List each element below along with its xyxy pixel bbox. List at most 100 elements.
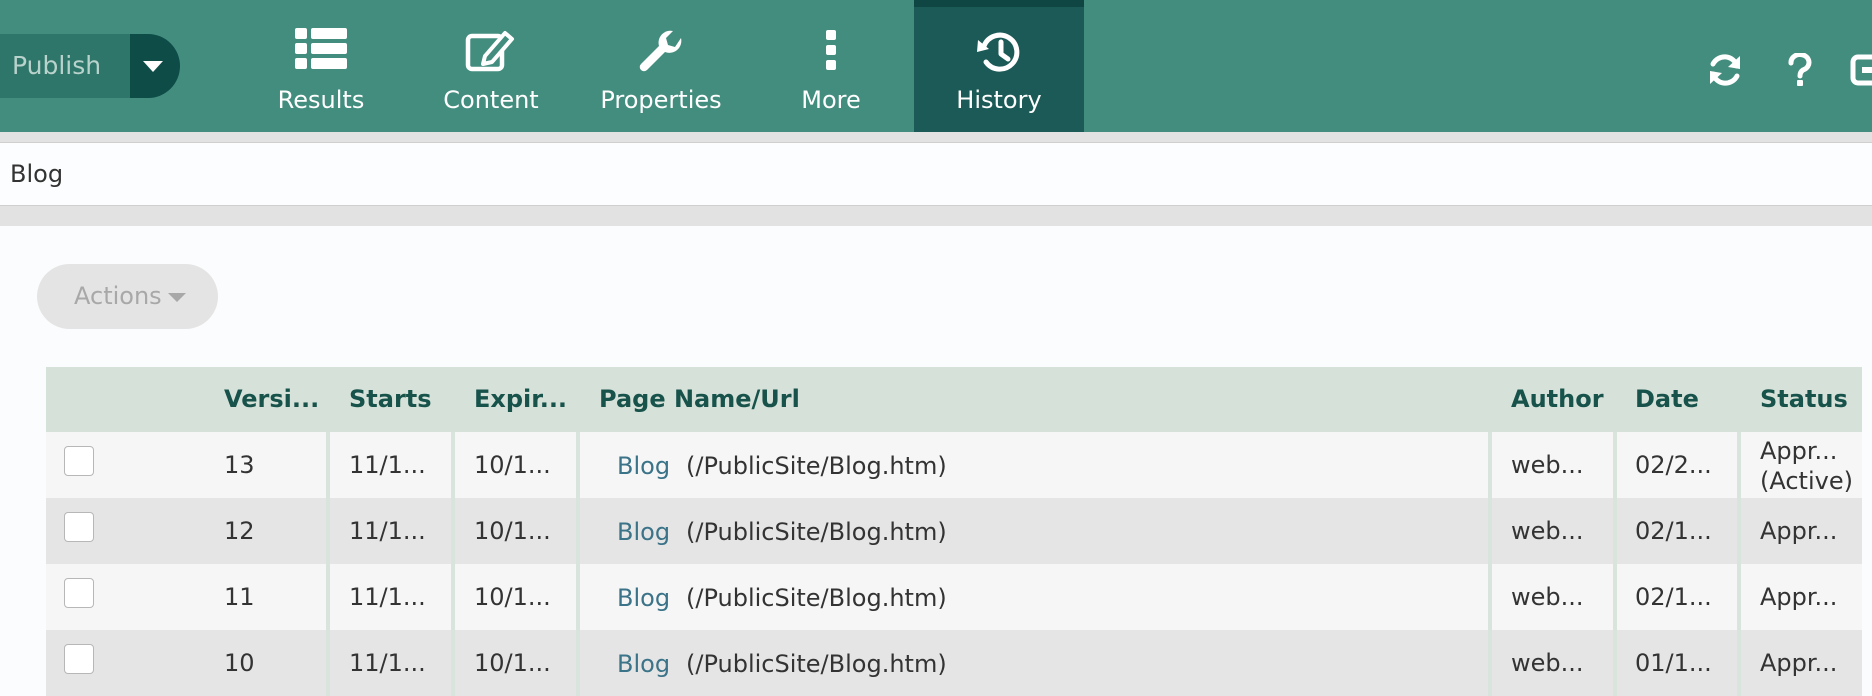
cell-url: (/PublicSite/Blog.htm) — [686, 584, 947, 612]
column-divider — [1488, 498, 1492, 564]
history-icon — [914, 28, 1084, 76]
page-name-link-text[interactable]: Blog — [617, 584, 670, 612]
column-divider — [451, 564, 455, 630]
cell-starts: 11/1... — [349, 451, 426, 479]
page-name-link[interactable]: Blog — [617, 649, 670, 679]
history-button[interactable]: History — [914, 0, 1084, 132]
cell-expires: 10/1... — [474, 649, 551, 677]
cell-author: web... — [1511, 517, 1584, 545]
page-name-link-text[interactable]: Blog — [617, 518, 670, 546]
title-panel: Blog — [0, 142, 1872, 206]
row-checkbox[interactable] — [64, 644, 94, 674]
cell-date: 02/2... — [1635, 451, 1712, 479]
page-name-link-text[interactable]: Blog — [617, 452, 670, 480]
column-header-page-name-url[interactable]: Page Name/Url — [599, 367, 800, 432]
cell-expires: 10/1... — [474, 451, 551, 479]
page-name-link-text[interactable]: Blog — [617, 650, 670, 678]
cell-url: (/PublicSite/Blog.htm) — [686, 518, 947, 546]
table-row[interactable]: 13 11/1... 10/1... Blog (/PublicSite/Blo… — [46, 432, 1862, 498]
row-checkbox[interactable] — [64, 578, 94, 608]
publish-button[interactable]: Publish — [0, 34, 130, 98]
table-row[interactable]: 12 11/1... 10/1... Blog (/PublicSite/Blo… — [46, 498, 1862, 564]
status-note: (Active) — [1760, 467, 1853, 495]
results-label: Results — [277, 86, 365, 114]
cell-url: (/PublicSite/Blog.htm) — [686, 650, 947, 678]
cell-expires: 10/1... — [474, 517, 551, 545]
column-divider — [1488, 630, 1492, 696]
wrench-icon — [576, 28, 746, 76]
column-divider — [576, 630, 580, 696]
more-button[interactable]: More — [746, 0, 916, 132]
column-divider — [451, 498, 455, 564]
column-divider — [451, 630, 455, 696]
more-label: More — [801, 86, 861, 114]
cell-starts: 11/1... — [349, 649, 426, 677]
cell-status: Appr... — [1760, 583, 1838, 611]
content-label: Content — [443, 86, 539, 114]
column-header-author[interactable]: Author — [1511, 367, 1604, 432]
table-row[interactable]: 11 11/1... 10/1... Blog (/PublicSite/Blo… — [46, 564, 1862, 630]
column-header-starts[interactable]: Starts — [349, 367, 432, 432]
properties-label: Properties — [600, 86, 722, 114]
column-divider — [451, 432, 455, 498]
help-icon[interactable] — [1778, 48, 1822, 92]
cell-version: 10 — [224, 649, 255, 677]
cell-status: Appr... — [1760, 649, 1838, 677]
cell-version: 11 — [224, 583, 255, 611]
column-divider — [1737, 498, 1741, 564]
cell-status: Appr... — [1760, 517, 1838, 545]
actions-dropdown-button[interactable]: Actions — [37, 264, 218, 329]
publish-split-button: Publish — [0, 34, 180, 98]
column-divider — [1737, 564, 1741, 630]
column-divider — [1737, 432, 1741, 498]
column-divider — [326, 498, 330, 564]
column-divider — [1488, 564, 1492, 630]
properties-button[interactable]: Properties — [576, 0, 746, 132]
refresh-icon[interactable] — [1703, 48, 1747, 92]
column-divider — [576, 498, 580, 564]
cell-url: (/PublicSite/Blog.htm) — [686, 452, 947, 480]
toolbar: Publish Results Content Properties More … — [0, 0, 1872, 132]
column-header-version[interactable]: Versi... — [224, 367, 319, 432]
column-header-status[interactable]: Status — [1760, 367, 1848, 432]
cell-expires: 10/1... — [474, 583, 551, 611]
column-header-expires[interactable]: Expir... — [474, 367, 567, 432]
page-title: Blog — [10, 160, 64, 188]
content-button[interactable]: Content — [406, 0, 576, 132]
column-header-date[interactable]: Date — [1635, 367, 1699, 432]
cell-author: web... — [1511, 451, 1584, 479]
row-checkbox[interactable] — [64, 446, 94, 476]
actions-label: Actions — [74, 282, 162, 310]
column-divider — [576, 432, 580, 498]
edit-icon — [406, 28, 576, 76]
column-divider — [1737, 630, 1741, 696]
cell-starts: 11/1... — [349, 517, 426, 545]
page-name-link[interactable]: Blog — [617, 451, 670, 481]
column-divider — [1613, 630, 1617, 696]
title-bar: Blog — [0, 132, 1872, 226]
history-label: History — [956, 86, 1042, 114]
more-vertical-icon — [746, 28, 916, 76]
column-divider — [576, 564, 580, 630]
row-checkbox[interactable] — [64, 512, 94, 542]
column-divider — [326, 564, 330, 630]
column-divider — [326, 630, 330, 696]
column-divider — [326, 432, 330, 498]
list-icon — [236, 28, 406, 76]
cell-version: 12 — [224, 517, 255, 545]
exit-icon[interactable] — [1850, 48, 1872, 92]
cell-author: web... — [1511, 649, 1584, 677]
publish-dropdown-toggle[interactable] — [130, 34, 180, 98]
cell-author: web... — [1511, 583, 1584, 611]
column-divider — [1613, 432, 1617, 498]
results-button[interactable]: Results — [236, 0, 406, 132]
table-row[interactable]: 10 11/1... 10/1... Blog (/PublicSite/Blo… — [46, 630, 1862, 696]
cell-starts: 11/1... — [349, 583, 426, 611]
status-text: Appr... — [1760, 437, 1838, 465]
cell-date: 01/1... — [1635, 649, 1712, 677]
page-name-link[interactable]: Blog — [617, 517, 670, 547]
column-divider — [1613, 564, 1617, 630]
cell-date: 02/1... — [1635, 517, 1712, 545]
table-header-row: Versi... Starts Expir... Page Name/Url A… — [46, 367, 1862, 432]
page-name-link[interactable]: Blog — [617, 583, 670, 613]
